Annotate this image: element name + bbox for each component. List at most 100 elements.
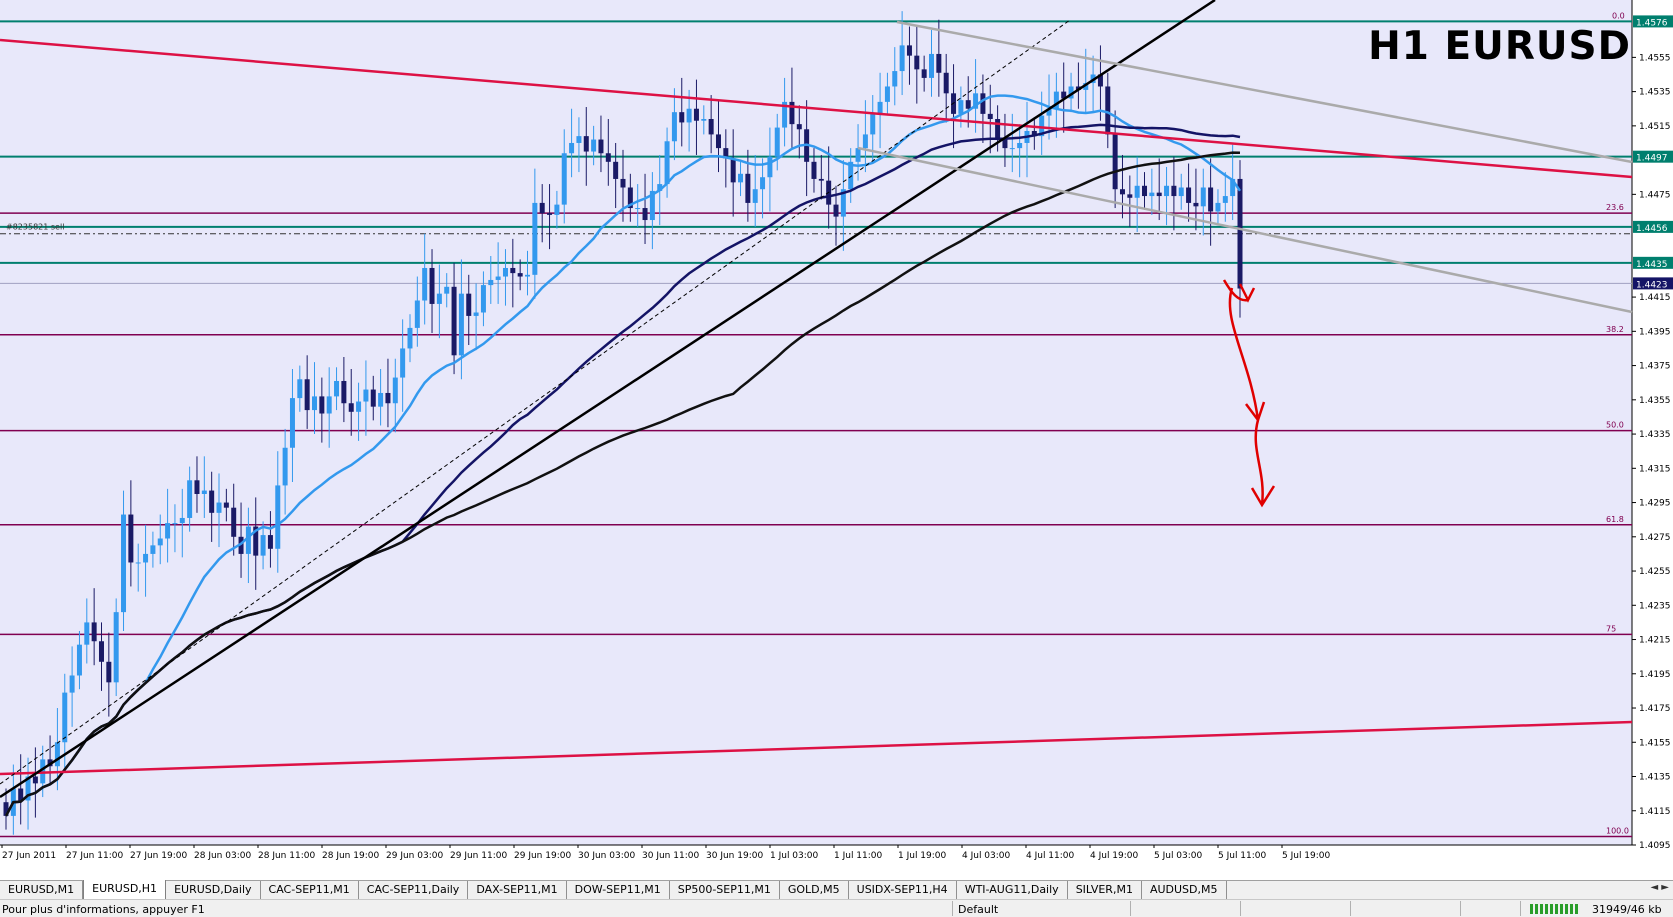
candle-body bbox=[906, 45, 912, 56]
candle-body bbox=[422, 267, 428, 301]
candle-body bbox=[1009, 148, 1015, 150]
candle-body bbox=[583, 136, 589, 152]
price-tick-label: 1.4375 bbox=[1639, 362, 1671, 372]
candle-body bbox=[157, 538, 163, 546]
candle-body bbox=[392, 377, 398, 404]
time-tick-label: 27 Jun 11:00 bbox=[66, 851, 123, 861]
price-tick-label: 1.4515 bbox=[1639, 122, 1671, 132]
price-tick-label: 1.4255 bbox=[1639, 567, 1671, 577]
chart-tab[interactable]: DOW-SEP11,M1 bbox=[567, 881, 670, 899]
price-level-label: 1.4456 bbox=[1636, 224, 1668, 234]
candle-body bbox=[635, 208, 641, 210]
candle-body bbox=[1134, 185, 1140, 198]
candle-body bbox=[679, 112, 685, 123]
status-traffic: 31949/46 kb bbox=[1592, 903, 1662, 916]
chart-tab[interactable]: EURUSD,M1 bbox=[0, 881, 84, 899]
candle-body bbox=[752, 189, 758, 203]
candle-body bbox=[1149, 192, 1155, 197]
candle-body bbox=[201, 490, 207, 494]
candle-body bbox=[664, 141, 670, 185]
fib-label: 23.6 bbox=[1606, 203, 1624, 212]
chart-tab[interactable]: EURUSD,Daily bbox=[166, 881, 261, 899]
time-tick-label: 30 Jun 19:00 bbox=[706, 851, 763, 861]
time-tick-label: 5 Jul 11:00 bbox=[1218, 851, 1267, 861]
time-tick-label: 30 Jun 03:00 bbox=[578, 851, 635, 861]
chart-tab[interactable]: EURUSD,H1 bbox=[83, 880, 167, 900]
fib-label: 61.8 bbox=[1606, 515, 1624, 524]
candle-body bbox=[297, 379, 303, 399]
candle-body bbox=[833, 204, 839, 217]
time-tick-label: 1 Jul 11:00 bbox=[834, 851, 883, 861]
candle-body bbox=[172, 523, 178, 525]
chart-tab[interactable]: SILVER,M1 bbox=[1068, 881, 1142, 899]
candle-body bbox=[569, 142, 575, 154]
candle-body bbox=[818, 178, 824, 181]
chart-tab[interactable]: CAC-SEP11,M1 bbox=[261, 881, 359, 899]
price-tick-label: 1.4535 bbox=[1639, 88, 1671, 98]
price-tick-label: 1.4415 bbox=[1639, 293, 1671, 303]
candle-body bbox=[642, 208, 648, 221]
candle-body bbox=[400, 348, 406, 378]
candle-body bbox=[135, 562, 141, 564]
candle-body bbox=[605, 153, 611, 162]
candle-body bbox=[466, 293, 472, 316]
tab-scroll-arrows[interactable]: ◄ ► bbox=[1650, 882, 1669, 893]
candle-body bbox=[995, 119, 1001, 138]
candle-body bbox=[936, 53, 942, 73]
candle-body bbox=[708, 119, 714, 135]
status-separator bbox=[1520, 901, 1521, 916]
candle-body bbox=[451, 286, 457, 356]
chart-tab[interactable]: DAX-SEP11,M1 bbox=[468, 881, 567, 899]
candle-body bbox=[811, 161, 817, 179]
candle-body bbox=[965, 100, 971, 109]
candle-body bbox=[767, 156, 773, 178]
chart-tab[interactable]: WTI-AUG11,Daily bbox=[957, 881, 1068, 899]
time-tick-label: 30 Jun 11:00 bbox=[642, 851, 699, 861]
price-tick-label: 1.4215 bbox=[1639, 636, 1671, 646]
price-chart[interactable]: 1.4555 1.4535 1.4515 1.4475 1.4415 1.4395 1.43… bbox=[0, 0, 1673, 880]
candle-body bbox=[1237, 178, 1243, 289]
candle-body bbox=[231, 507, 237, 537]
candle-body bbox=[620, 178, 626, 188]
candle-body bbox=[517, 273, 523, 277]
candle-body bbox=[884, 86, 890, 102]
price-tick-label: 1.4555 bbox=[1639, 53, 1671, 63]
fib-label: 50.0 bbox=[1606, 421, 1624, 430]
candle-body bbox=[502, 267, 508, 277]
candle-body bbox=[1178, 187, 1184, 197]
price-level-label: 1.4576 bbox=[1636, 18, 1668, 28]
candle-body bbox=[260, 535, 266, 556]
price-tick-label: 1.4175 bbox=[1639, 704, 1671, 714]
candle-body bbox=[179, 517, 185, 524]
chart-title: H1 EURUSD bbox=[1368, 24, 1631, 69]
candle-body bbox=[1208, 187, 1214, 212]
candle-body bbox=[223, 502, 229, 508]
price-tick-label: 1.4135 bbox=[1639, 773, 1671, 783]
chart-area[interactable]: 1.4555 1.4535 1.4515 1.4475 1.4415 1.4395 1.43… bbox=[0, 0, 1673, 880]
status-separator bbox=[1350, 901, 1351, 916]
candle-body bbox=[1017, 142, 1023, 149]
candle-body bbox=[958, 100, 964, 114]
status-bar: Pour plus d'informations, appuyer F1 Def… bbox=[0, 899, 1673, 917]
price-tick-label: 1.4195 bbox=[1639, 670, 1671, 680]
chart-tab[interactable]: USIDX-SEP11,H4 bbox=[849, 881, 957, 899]
price-tick-label: 1.4235 bbox=[1639, 601, 1671, 611]
candle-body bbox=[1112, 134, 1118, 190]
chart-tab[interactable]: GOLD,M5 bbox=[780, 881, 849, 899]
chart-tab[interactable]: SP500-SEP11,M1 bbox=[670, 881, 780, 899]
candle-body bbox=[458, 293, 464, 356]
time-tick-label: 1 Jul 03:00 bbox=[770, 851, 819, 861]
status-separator bbox=[952, 901, 953, 916]
chart-tab[interactable]: CAC-SEP11,Daily bbox=[359, 881, 469, 899]
candle-body bbox=[275, 485, 281, 549]
status-help-text: Pour plus d'informations, appuyer F1 bbox=[2, 903, 205, 916]
chart-tab[interactable]: AUDUSD,M5 bbox=[1142, 881, 1227, 899]
candle-body bbox=[370, 389, 376, 407]
price-tick-label: 1.4115 bbox=[1639, 807, 1671, 817]
candle-body bbox=[76, 644, 82, 676]
candle-body bbox=[701, 119, 707, 121]
price-tick-label: 1.4335 bbox=[1639, 430, 1671, 440]
candle-body bbox=[943, 72, 949, 94]
status-separator bbox=[1240, 901, 1241, 916]
candle-body bbox=[1142, 185, 1148, 197]
